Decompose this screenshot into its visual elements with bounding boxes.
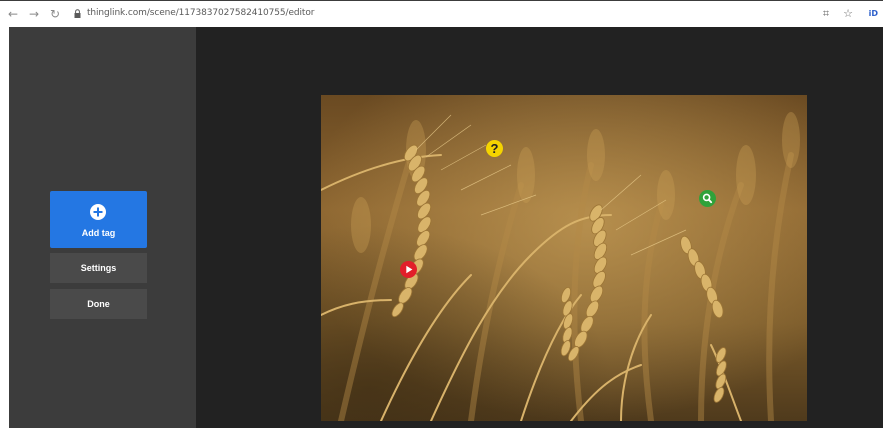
editor-sidebar: Add tag Settings Done (9, 27, 196, 428)
back-arrow-icon[interactable]: ← (6, 7, 20, 21)
svg-text:?: ? (491, 141, 499, 156)
add-tag-label: Add tag (81, 228, 116, 238)
wheat-field-photo (321, 95, 807, 421)
done-button[interactable]: Done (50, 289, 147, 319)
question-mark-icon: ? (486, 140, 503, 157)
forward-arrow-icon[interactable]: → (27, 7, 41, 21)
search-tag[interactable] (699, 190, 716, 207)
question-tag[interactable]: ? (486, 140, 503, 157)
add-tag-button[interactable]: Add tag (50, 191, 147, 248)
address-bar-url[interactable]: thinglink.com/scene/1173837027582410755/… (87, 8, 314, 18)
editor-canvas: ? (196, 27, 883, 428)
settings-button[interactable]: Settings (50, 253, 147, 283)
lock-icon (74, 9, 81, 18)
page-edge (0, 27, 9, 428)
play-icon (400, 261, 417, 278)
video-tag[interactable] (400, 261, 417, 278)
reload-icon[interactable]: ↻ (48, 7, 62, 21)
bookmark-star-icon[interactable]: ☆ (841, 7, 855, 21)
plus-circle-icon (90, 204, 106, 220)
browser-toolbar: ← → ↻ thinglink.com/scene/11738370275824… (0, 0, 883, 27)
scene-image[interactable]: ? (321, 95, 807, 421)
extension-id-icon[interactable]: iD (869, 9, 878, 18)
translate-icon[interactable]: ⌗ (819, 7, 833, 21)
magnifier-icon (699, 190, 716, 207)
